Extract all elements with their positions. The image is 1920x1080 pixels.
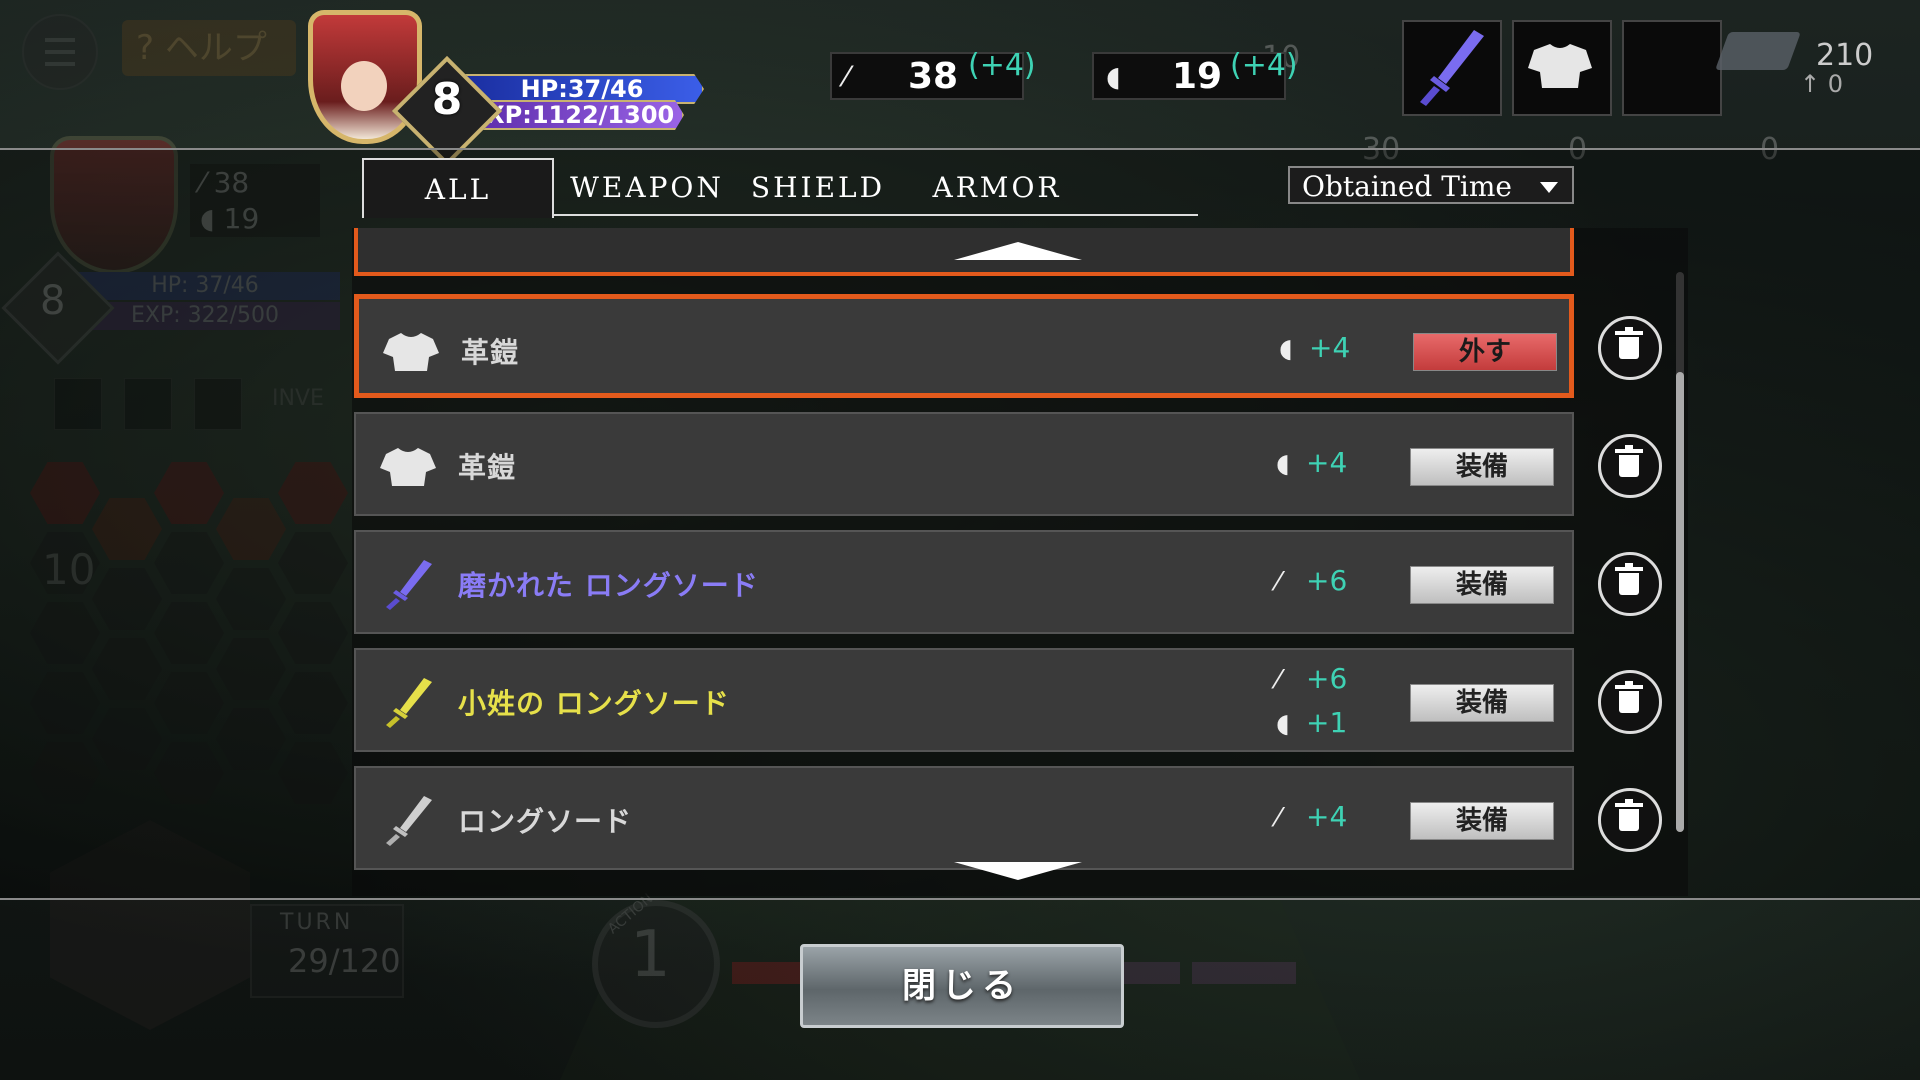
equipped-weapon-slot[interactable]	[1402, 20, 1502, 116]
close-button[interactable]: 閉じる	[800, 944, 1124, 1028]
trash-can	[1619, 455, 1639, 477]
sword-icon: ⁄	[844, 60, 849, 93]
stat-value: +6	[1306, 662, 1348, 695]
tabs-underline	[552, 214, 1198, 216]
item-name: 革鎧	[461, 336, 520, 369]
scroll-up-arrow-icon[interactable]	[954, 242, 1082, 260]
trash-can	[1619, 691, 1639, 713]
trash-can	[1619, 809, 1639, 831]
defense-stat: ◖ 19 (+4)	[1092, 48, 1298, 100]
item-stat: ⁄ +6	[1276, 564, 1347, 597]
item-stat: ◖ +4	[1279, 331, 1350, 364]
sort-label: Obtained Time	[1302, 170, 1512, 203]
turn-label: TURN	[280, 910, 354, 935]
item-stat: ◖ +4	[1276, 446, 1347, 479]
shield-icon: ◖	[1276, 449, 1290, 479]
sword-icon: ⁄	[1276, 665, 1281, 695]
list-item[interactable]: 革鎧 ◖ +4 外す	[354, 294, 1574, 398]
item-stat: ◖ +1	[1276, 706, 1347, 739]
armor-icon	[380, 448, 436, 486]
attack-value: 38	[908, 56, 959, 97]
item-stat: ⁄ +6	[1276, 662, 1347, 695]
equip-button[interactable]: 装備	[1410, 802, 1554, 840]
menu-icon[interactable]	[22, 14, 98, 90]
trash-button[interactable]	[1598, 670, 1662, 734]
armor-icon	[383, 333, 439, 371]
stat-value: +6	[1306, 564, 1348, 597]
category-tabs: ALL WEAPON SHIELD ARMOR	[362, 158, 1198, 218]
tab-shield[interactable]: SHIELD	[748, 158, 888, 216]
trash-lid	[1615, 803, 1643, 807]
sword-icon	[386, 678, 432, 728]
equip-button[interactable]: 装備	[1410, 684, 1554, 722]
sort-dropdown[interactable]: Obtained Time	[1288, 166, 1574, 204]
turn-value: 29/120	[288, 942, 401, 980]
trash-button[interactable]	[1598, 316, 1662, 380]
trash-button[interactable]	[1598, 788, 1662, 852]
armor-icon	[1528, 44, 1592, 88]
stat-value: +4	[1309, 331, 1351, 364]
ingot-icon	[1715, 32, 1801, 70]
equip-button[interactable]: 装備	[1410, 566, 1554, 604]
shield-icon: ◖	[1279, 334, 1293, 364]
sword-icon	[1420, 30, 1484, 106]
action-bar-red	[732, 962, 802, 984]
item-name: 革鎧	[458, 451, 517, 484]
hp-bar: HP:37/46	[460, 74, 704, 104]
ingot-sub-value: 0	[1827, 70, 1844, 98]
tab-all[interactable]: ALL	[362, 158, 554, 218]
list-item[interactable]: 磨かれた ロングソード ⁄ +6 装備	[354, 530, 1574, 634]
chevron-down-icon	[1540, 182, 1558, 193]
equip-button[interactable]: 装備	[1410, 448, 1554, 486]
action-bar-slot	[1192, 962, 1296, 984]
action-bar-slot	[1124, 962, 1180, 984]
ingot-count: 210	[1816, 38, 1874, 73]
stat-value: +4	[1306, 800, 1348, 833]
trash-can	[1619, 337, 1639, 359]
stat-value: +1	[1306, 706, 1348, 739]
list-item[interactable]: 小姓の ロングソード ⁄ +6 ◖ +1 装備	[354, 648, 1574, 752]
trash-button[interactable]	[1598, 434, 1662, 498]
trash-button[interactable]	[1598, 552, 1662, 616]
list-item[interactable]: ロングソード ⁄ +4 装備	[354, 766, 1574, 870]
item-name: ロングソード	[458, 805, 633, 838]
trash-lid	[1615, 567, 1643, 571]
attack-stat: ⁄ 38 (+4)	[830, 48, 1036, 100]
item-name: 磨かれた ロングソード	[458, 569, 759, 602]
defense-value: 19	[1172, 56, 1223, 97]
attack-bonus: (+4)	[968, 48, 1036, 83]
item-name: 小姓の ロングソード	[458, 687, 730, 720]
trash-lid	[1615, 685, 1643, 689]
tab-weapon[interactable]: WEAPON	[562, 158, 732, 216]
stat-value: +4	[1306, 446, 1348, 479]
scroll-down-arrow-icon[interactable]	[954, 862, 1082, 880]
shield-icon: ◖	[1106, 60, 1121, 93]
sword-icon	[386, 796, 432, 846]
level-number: 8	[431, 74, 463, 125]
sword-icon: ⁄	[1276, 803, 1281, 833]
sword-icon: ⁄	[1276, 567, 1281, 597]
trash-lid	[1615, 449, 1643, 453]
hero-face	[341, 61, 387, 111]
action-value: 1	[630, 918, 671, 992]
empty-equip-slot[interactable]	[1622, 20, 1722, 116]
defense-bonus: (+4)	[1230, 48, 1298, 83]
trash-can	[1619, 573, 1639, 595]
ingot-sub-count: ↑ 0	[1800, 70, 1844, 98]
tab-armor[interactable]: ARMOR	[922, 158, 1072, 216]
scrollbar-thumb[interactable]	[1676, 372, 1684, 832]
shield-icon: ◖	[1276, 709, 1290, 739]
item-stat: ⁄ +4	[1276, 800, 1347, 833]
trash-lid	[1615, 331, 1643, 335]
unequip-button[interactable]: 外す	[1413, 333, 1557, 371]
list-item[interactable]: 革鎧 ◖ +4 装備	[354, 412, 1574, 516]
help-button[interactable]: ? ヘルプ	[122, 20, 296, 76]
sword-icon	[386, 560, 432, 610]
equipped-armor-slot[interactable]	[1512, 20, 1612, 116]
